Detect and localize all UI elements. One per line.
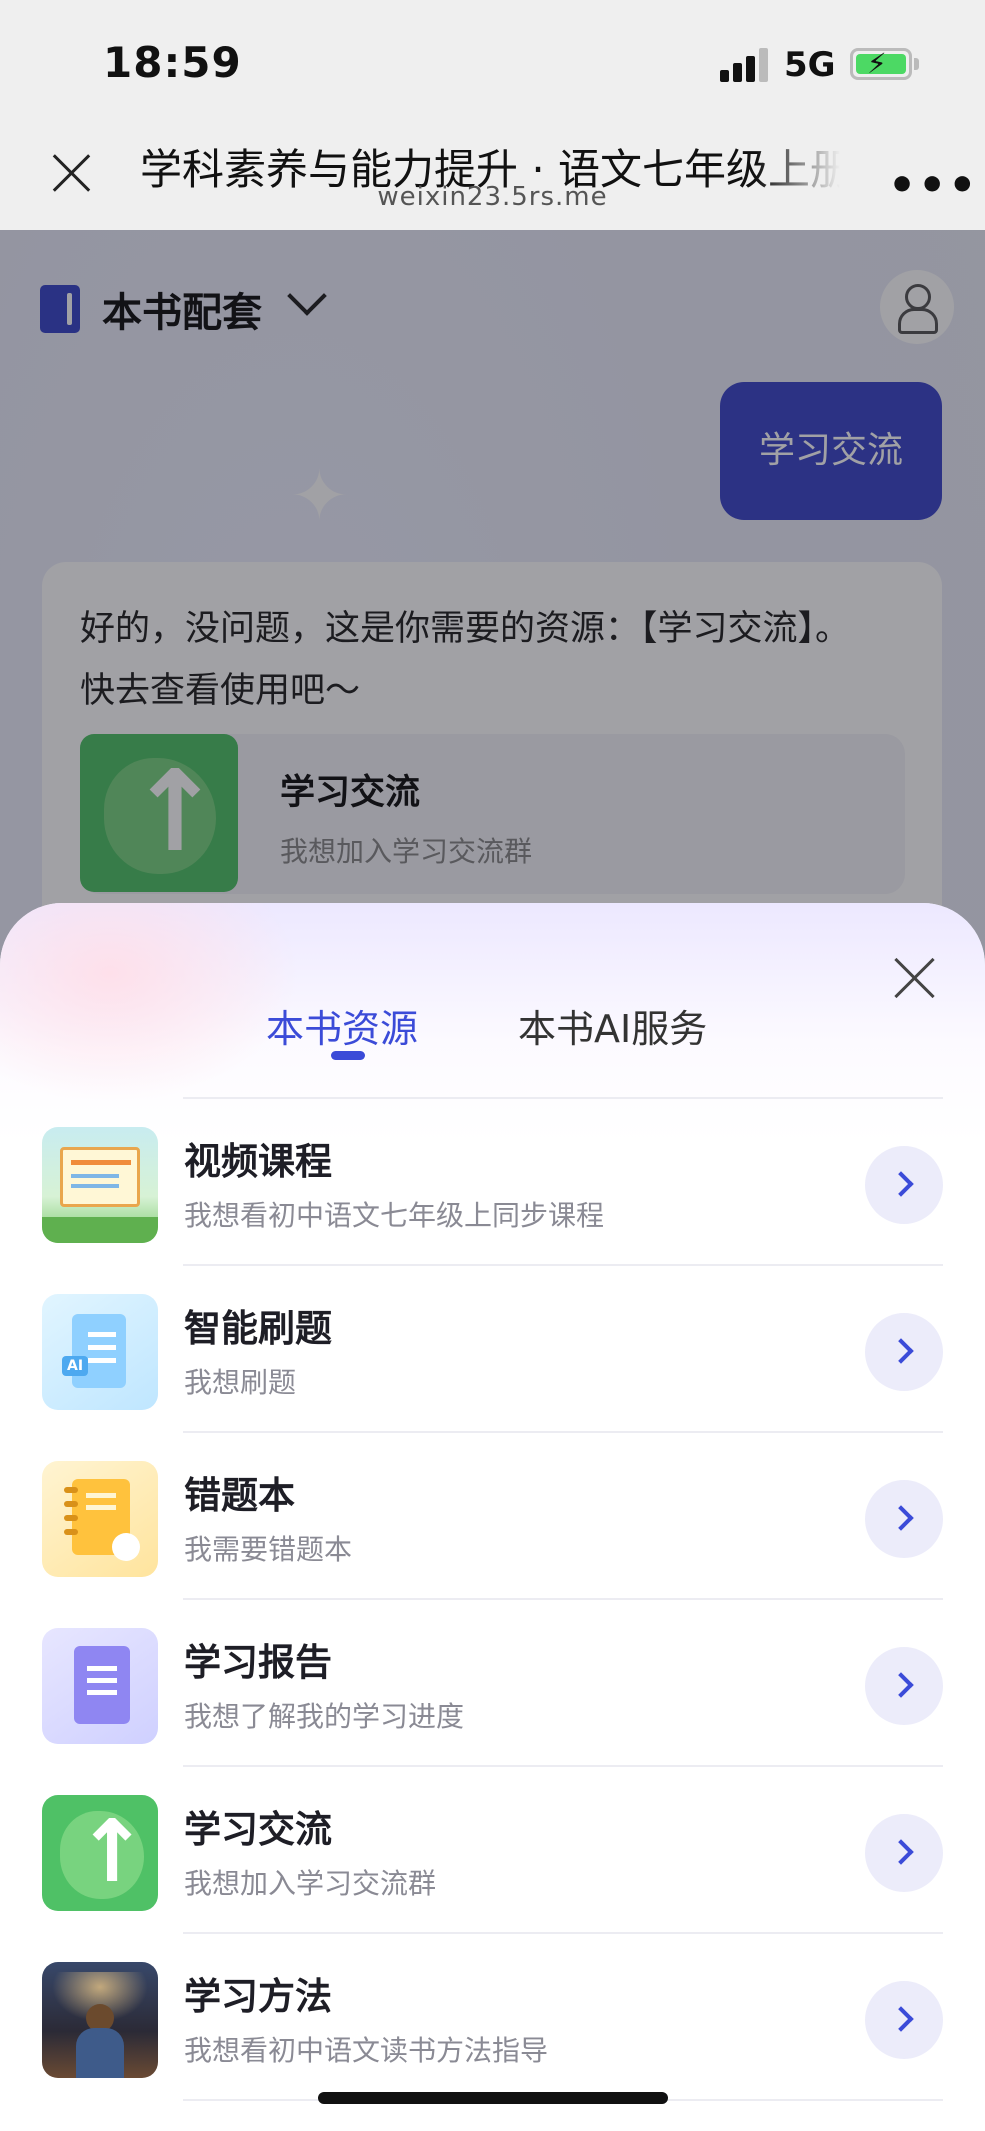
resource-title: 学习报告 [184, 1641, 332, 1684]
resource-desc: 我想了解我的学习进度 [184, 1700, 465, 1733]
resource-title: 错题本 [184, 1474, 295, 1517]
resource-title: 学习方法 [184, 1975, 332, 2018]
resource-item-smart-quiz[interactable]: AI 智能刷题 我想刷题 [0, 1266, 985, 1433]
status-time: 18:59 [103, 38, 242, 87]
active-tab-indicator [331, 1051, 365, 1060]
resource-item-video-course[interactable]: 视频课程 我想看初中语文七年级上同步课程 [0, 1099, 985, 1266]
resource-desc: 我需要错题本 [184, 1533, 353, 1566]
chevron-right-icon[interactable] [865, 1313, 943, 1391]
wrong-question-book-icon [42, 1461, 158, 1577]
chevron-right-icon[interactable] [865, 1981, 943, 2059]
study-exchange-icon: ↑ [42, 1795, 158, 1911]
sheet-header-glow-left [0, 903, 300, 1103]
resource-item-study-report[interactable]: 学习报告 我想了解我的学习进度 [0, 1600, 985, 1767]
study-method-icon [42, 1962, 158, 2078]
resource-item-study-method[interactable]: 学习方法 我想看初中语文读书方法指导 [0, 1934, 985, 2101]
signal-strength-icon [720, 48, 768, 82]
resource-title: 学习交流 [184, 1808, 332, 1851]
video-course-icon [42, 1127, 158, 1243]
smart-quiz-icon: AI [42, 1294, 158, 1410]
more-options-icon[interactable]: ••• [888, 160, 978, 211]
study-report-icon [42, 1628, 158, 1744]
resource-title: 视频课程 [184, 1140, 332, 1183]
resource-item-study-exchange[interactable]: ↑ 学习交流 我想加入学习交流群 [0, 1767, 985, 1934]
status-bar: 18:59 5G ⚡ [0, 0, 985, 120]
battery-icon: ⚡ [850, 47, 912, 80]
resource-desc: 我想看初中语文七年级上同步课程 [184, 1199, 605, 1232]
resource-desc: 我想刷题 [184, 1366, 297, 1399]
home-indicator[interactable] [318, 2092, 668, 2104]
network-type: 5G [784, 45, 836, 85]
chevron-right-icon[interactable] [865, 1647, 943, 1725]
resources-bottom-sheet: 本书资源 本书AI服务 视频课程 我想看初中语文七年级上同步课程 AI 智能刷题… [0, 903, 985, 2131]
page-url: weixin23.5rs.me [377, 182, 608, 212]
tab-book-ai-services[interactable]: 本书AI服务 [518, 998, 707, 1053]
chevron-right-icon[interactable] [865, 1146, 943, 1224]
resource-title: 智能刷题 [184, 1307, 332, 1350]
battery-tip [914, 58, 919, 70]
resource-desc: 我想加入学习交流群 [184, 1867, 437, 1900]
chevron-right-icon[interactable] [865, 1814, 943, 1892]
webview-nav-bar: 学科素养与能力提升 · 语文七年级上册 weixin23.5rs.me ••• [0, 120, 985, 230]
chevron-right-icon[interactable] [865, 1480, 943, 1558]
tab-book-resources[interactable]: 本书资源 [266, 998, 418, 1053]
resource-desc: 我想看初中语文读书方法指导 [184, 2034, 549, 2067]
resource-item-wrong-question-book[interactable]: 错题本 我需要错题本 [0, 1433, 985, 1600]
close-sheet-icon[interactable] [891, 955, 937, 1001]
